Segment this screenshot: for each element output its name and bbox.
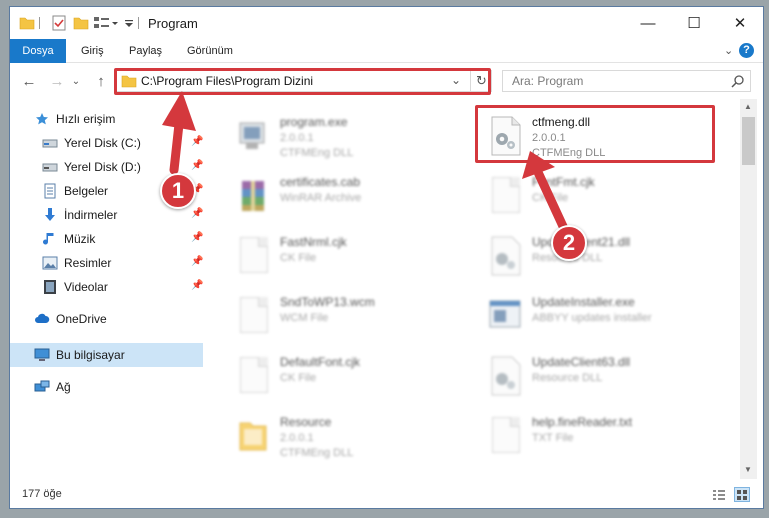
arrow-2 (522, 151, 572, 240)
callout-1: 1 (160, 173, 196, 209)
callout-2: 2 (551, 225, 587, 261)
annotation-arrows (162, 91, 572, 240)
explorer-window: Program — ☐ ✕ Dosya Giriş Paylaş Görünüm… (9, 6, 764, 509)
arrow-1 (162, 91, 196, 175)
